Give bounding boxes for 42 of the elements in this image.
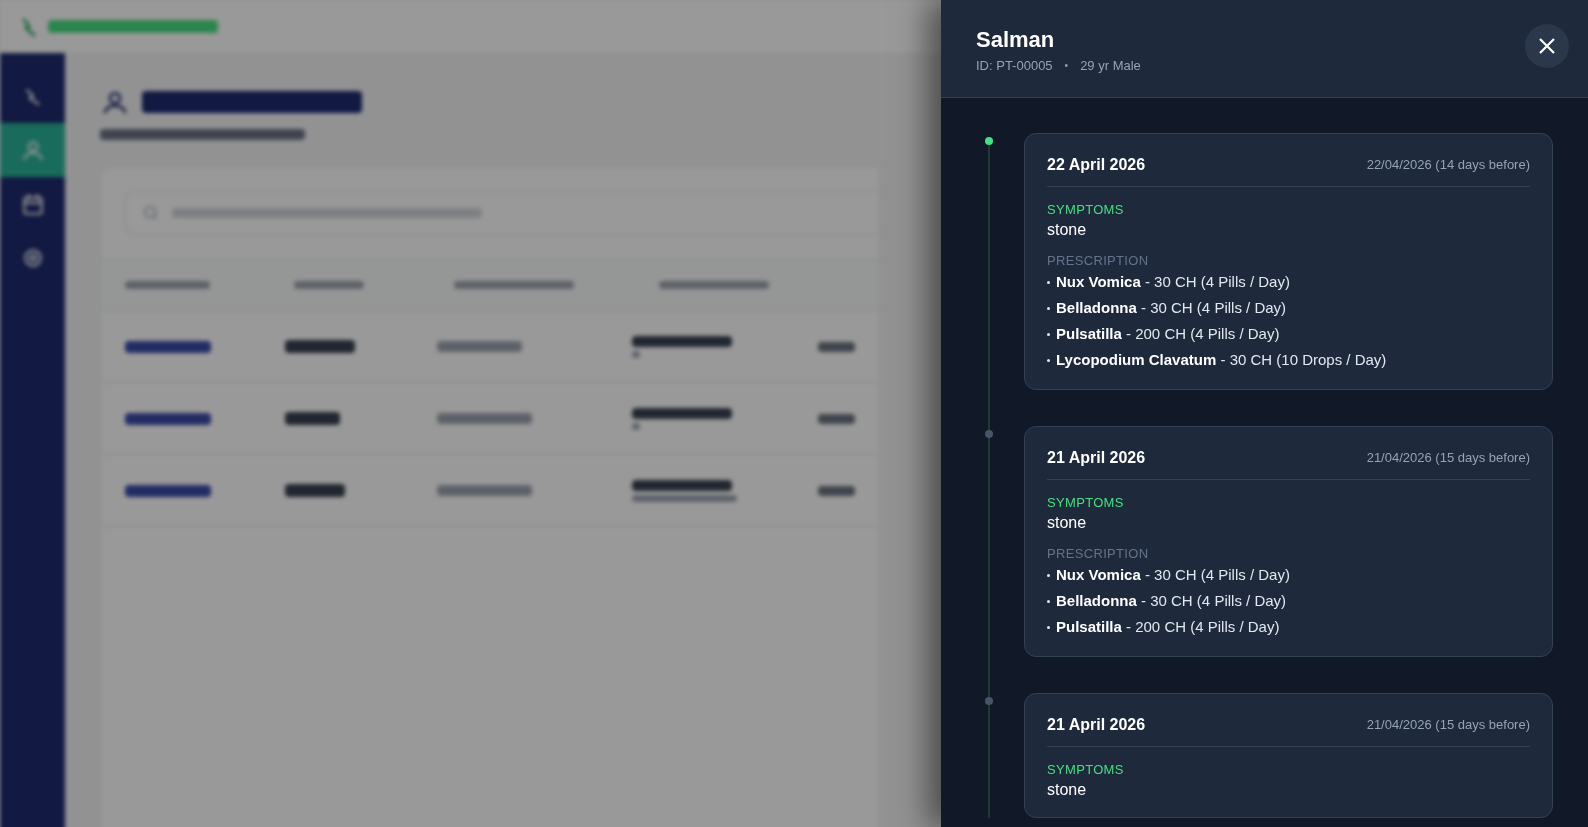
column-header-drawing xyxy=(293,281,364,289)
name-drawing xyxy=(285,484,346,497)
section-label: SYMPTOMS xyxy=(1047,495,1125,511)
prescription-item: Pulsatilla - 200 CH (4 Pills / Day) xyxy=(1056,324,1280,344)
section-label: SYMPTOMS xyxy=(1047,202,1125,218)
bullet-icon xyxy=(1047,306,1050,310)
bullet-icon xyxy=(1047,625,1050,629)
close-button[interactable] xyxy=(1525,24,1569,68)
address-drawing xyxy=(817,485,855,496)
bullet-icon xyxy=(1047,332,1050,336)
visit-date-detail: 21/04/2026 (15 days before) xyxy=(1366,449,1530,468)
separator-dot: • xyxy=(1064,59,1069,74)
prescription-item: Belladonna - 30 CH (4 Pills / Day) xyxy=(1056,591,1287,611)
prescription-item: Belladonna - 30 CH (4 Pills / Day) xyxy=(1056,298,1287,318)
symptoms-text: stone xyxy=(1047,780,1088,800)
section-label: SYMPTOMS xyxy=(1047,762,1125,778)
name-drawing xyxy=(285,340,356,353)
bullet-icon xyxy=(1047,599,1050,603)
patient-name: Salman xyxy=(976,26,1056,54)
prescription-item: Nux Vomica - 30 CH (4 Pills / Day) xyxy=(1056,565,1290,585)
prescription-item: Nux Vomica - 30 CH (4 Pills / Day) xyxy=(1056,272,1290,292)
prescription-item: Lycopodium Clavatum - 30 CH (10 Drops / Day) xyxy=(1056,350,1387,370)
bullet-icon xyxy=(1047,358,1050,362)
patient-demographics: 29 yr Male xyxy=(1080,57,1141,75)
close-icon xyxy=(1537,36,1557,56)
address-drawing xyxy=(817,413,855,424)
prescription-item: Pulsatilla - 200 CH (4 Pills / Day) xyxy=(1056,617,1280,637)
symptoms-text: stone xyxy=(1047,220,1088,240)
bullet-icon xyxy=(1047,280,1050,284)
patient-id: ID: PT-00005 xyxy=(976,57,1053,75)
visit-date: 21 April 2026 xyxy=(1047,448,1146,468)
section-label: PRESCRIPTION xyxy=(1047,253,1150,269)
symptoms-text: stone xyxy=(1047,513,1088,533)
name-drawing xyxy=(285,412,341,425)
bullet-icon xyxy=(1047,573,1050,577)
visit-date-detail: 21/04/2026 (15 days before) xyxy=(1366,716,1530,735)
section-label: PRESCRIPTION xyxy=(1047,546,1150,562)
visit-date: 21 April 2026 xyxy=(1047,715,1146,735)
visit-date-detail: 22/04/2026 (14 days before) xyxy=(1366,156,1530,175)
address-drawing xyxy=(817,341,855,352)
visit-date: 22 April 2026 xyxy=(1047,155,1146,175)
nav-button[interactable] xyxy=(0,123,65,177)
